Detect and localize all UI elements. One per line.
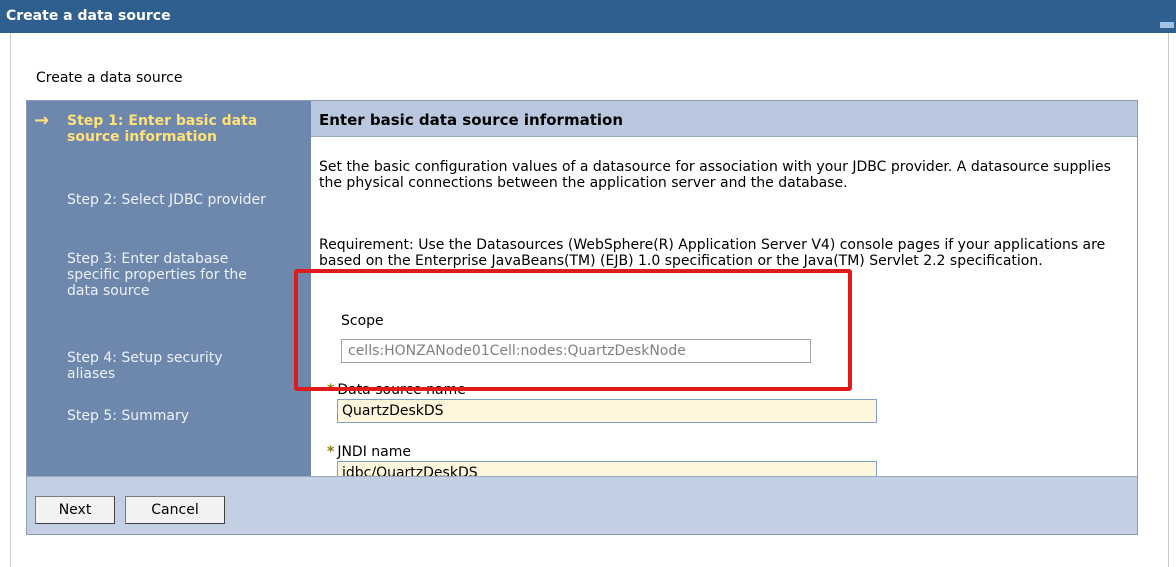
datasource-name-input[interactable]	[337, 399, 877, 423]
required-marker-icon: *	[327, 444, 335, 460]
wizard-steps-sidebar: → Step 1: Enter basic data source inform…	[27, 101, 311, 476]
requirement-text: Requirement: Use the Datasources (WebSph…	[319, 237, 1106, 269]
window-titlebar: Create a data source	[0, 0, 1176, 33]
step-5-summary: Step 5: Summary	[67, 408, 190, 424]
content-header: Enter basic data source information	[311, 101, 1137, 137]
step-4-security-aliases: Step 4: Setup security aliases	[67, 350, 223, 382]
jndi-name-label: * JNDI name	[327, 444, 411, 460]
window-title: Create a data source	[6, 8, 171, 24]
next-button[interactable]: Next	[35, 496, 115, 524]
button-bar: Next Cancel	[27, 476, 1137, 534]
frame-right-border	[1168, 33, 1169, 567]
minimize-icon[interactable]	[1160, 22, 1174, 28]
step-1-enter-basic-info: Step 1: Enter basic data source informat…	[67, 113, 258, 145]
step-3-database-properties: Step 3: Enter database specific properti…	[67, 251, 247, 299]
frame-left-border	[10, 33, 11, 567]
cancel-button[interactable]: Cancel	[125, 496, 225, 524]
description-text: Set the basic configuration values of a …	[319, 159, 1111, 191]
page-heading: Create a data source	[36, 70, 183, 86]
highlight-box	[294, 269, 852, 391]
arrow-right-icon: →	[34, 110, 50, 131]
step-2-select-jdbc-provider: Step 2: Select JDBC provider	[67, 192, 266, 208]
jndi-name-label-text: JNDI name	[337, 444, 411, 460]
